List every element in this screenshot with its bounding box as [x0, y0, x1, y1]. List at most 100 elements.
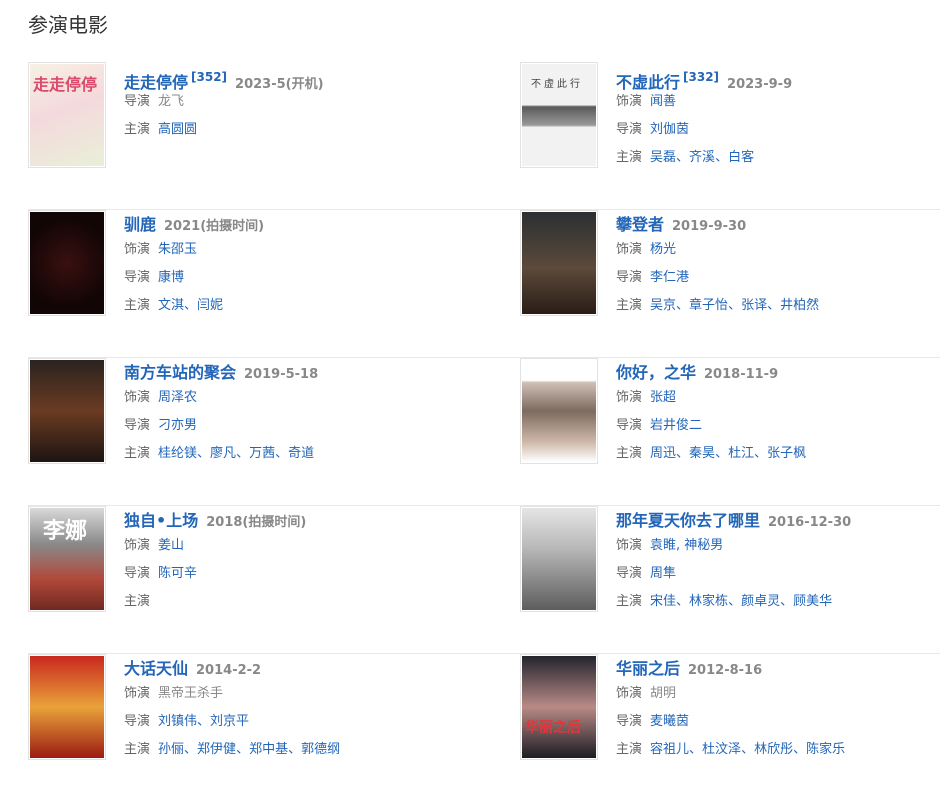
credit-name-link[interactable]: 林欣彤: [754, 742, 793, 757]
movie-poster[interactable]: 走走停停: [28, 62, 106, 168]
credit-name-link[interactable]: 章子怡: [689, 298, 728, 313]
credit-name-link[interactable]: 康博: [158, 270, 184, 285]
credit-name-link[interactable]: 姜山: [158, 538, 184, 553]
release-date: 2019-5-18: [244, 367, 319, 382]
section-title: 参演电影: [28, 13, 108, 37]
movie-title-line: 大话天仙 2014-2-2: [124, 658, 454, 680]
credit-name-link[interactable]: 陈可辛: [158, 566, 197, 581]
credit-label: 导演: [124, 270, 151, 285]
credit-name-link[interactable]: 井柏然: [780, 298, 819, 313]
poster-title-text: 李娜: [43, 518, 88, 544]
separator: 、: [767, 298, 781, 313]
credit-name-link[interactable]: 顾美华: [793, 594, 832, 609]
credit-name-link[interactable]: 朱邵玉: [158, 242, 197, 257]
credit-name-link[interactable]: 秦昊: [689, 446, 715, 461]
movie-title-link[interactable]: 驯鹿: [124, 215, 156, 234]
credit-name-link[interactable]: 白客: [728, 150, 754, 165]
credit-line: 导演 麦曦茵: [616, 708, 940, 736]
credit-name-link[interactable]: 文淇: [158, 298, 184, 313]
credit-line: 导演 康博: [124, 264, 454, 292]
movie-poster[interactable]: 华丽之后: [520, 654, 598, 760]
movie-poster[interactable]: 李娜: [28, 506, 106, 612]
credit-label: 饰演: [124, 686, 151, 701]
credit-name-link[interactable]: 宋佳: [650, 594, 676, 609]
movie-row: 驯鹿 2021(拍摄时间) 饰演 朱邵玉 导演 康博 主演 文淇、闫妮 攀登者 2019-9-30…: [28, 210, 940, 358]
credit-line: 主演 桂纶镁、廖凡、万茜、奇道: [124, 440, 454, 468]
credit-label: 导演: [616, 270, 643, 285]
credit-name-link[interactable]: 孙俪: [158, 742, 184, 757]
movie-poster[interactable]: [520, 506, 598, 612]
movie-poster[interactable]: [520, 358, 598, 464]
movie-title-link[interactable]: 那年夏天你去了哪里: [616, 511, 760, 530]
credit-name-link[interactable]: 郑伊健: [197, 742, 236, 757]
credit-name-link[interactable]: 杜汶泽: [702, 742, 741, 757]
credit-label: 导演: [616, 122, 643, 137]
review-count-badge[interactable]: [352]: [191, 70, 227, 84]
movie-title-link[interactable]: 大话天仙: [124, 659, 188, 678]
credit-line: 饰演 周泽农: [124, 384, 454, 412]
credit-name-link[interactable]: 桂纶镁: [158, 446, 197, 461]
movie-title-line: 南方车站的聚会 2019-5-18: [124, 362, 454, 384]
poster-image: [522, 508, 596, 610]
movie-poster[interactable]: [28, 654, 106, 760]
movie-poster[interactable]: [520, 210, 598, 316]
credit-line: 主演 文淇、闫妮: [124, 292, 454, 320]
credit-name-link[interactable]: 袁睢, 神秘男: [650, 538, 723, 553]
poster-image: [522, 656, 596, 758]
release-date: 2014-2-2: [196, 663, 262, 678]
credit-name-link[interactable]: 郭德纲: [301, 742, 340, 757]
credit-name-link[interactable]: 奇道: [288, 446, 314, 461]
credit-name-link[interactable]: 廖凡: [210, 446, 236, 461]
movie-poster[interactable]: [28, 210, 106, 316]
credit-name-link[interactable]: 闻善: [650, 94, 676, 109]
separator: 、: [728, 594, 742, 609]
movie-title-line: 独自•上场 2018(拍摄时间): [124, 510, 454, 532]
credit-name-link[interactable]: 容祖儿: [650, 742, 689, 757]
credit-label: 主演: [124, 594, 151, 609]
credit-name-link[interactable]: 麦曦茵: [650, 714, 689, 729]
credit-label: 饰演: [616, 538, 643, 553]
credit-name-link[interactable]: 周隼: [650, 566, 676, 581]
movie-title-line: 那年夏天你去了哪里 2016-12-30: [616, 510, 940, 532]
movie-info: 南方车站的聚会 2019-5-18 饰演 周泽农 导演 刁亦男 主演 桂纶镁、廖凡、万茜、奇道: [124, 362, 454, 468]
credit-name-link[interactable]: 万茜: [249, 446, 275, 461]
credit-name-link[interactable]: 刘京平: [210, 714, 249, 729]
credit-name-link[interactable]: 吴磊: [650, 150, 676, 165]
credit-name-link[interactable]: 高圆圆: [158, 122, 197, 137]
credit-name-link[interactable]: 闫妮: [197, 298, 223, 313]
credit-name-link[interactable]: 林家栋: [689, 594, 728, 609]
credit-name-link[interactable]: 李仁港: [650, 270, 689, 285]
credit-name-link[interactable]: 刘伽茵: [650, 122, 689, 137]
credit-name-link[interactable]: 周迅: [650, 446, 676, 461]
movie-poster[interactable]: [28, 358, 106, 464]
movie-title-link[interactable]: 南方车站的聚会: [124, 363, 236, 382]
credit-name-link[interactable]: 杨光: [650, 242, 676, 257]
movie-card: 华丽之后 华丽之后 2012-8-16 饰演 胡明 导演 麦曦茵 主演 容祖儿、杜汶泽、林欣彤、…: [520, 654, 940, 764]
credit-name-link[interactable]: 周泽农: [158, 390, 197, 405]
credit-line: 饰演 杨光: [616, 236, 940, 264]
movie-title-link[interactable]: 华丽之后: [616, 659, 680, 678]
separator: 、: [676, 446, 690, 461]
credit-name-link[interactable]: 刘镇伟: [158, 714, 197, 729]
credit-label: 饰演: [616, 242, 643, 257]
credit-name-link[interactable]: 颜卓灵: [741, 594, 780, 609]
movie-title-link[interactable]: 攀登者: [616, 215, 664, 234]
credit-name-link[interactable]: 张超: [650, 390, 676, 405]
credit-name-link[interactable]: 张译: [741, 298, 767, 313]
credit-name-link[interactable]: 刁亦男: [158, 418, 197, 433]
credit-name-link[interactable]: 张子枫: [767, 446, 806, 461]
credit-name-link[interactable]: 齐溪: [689, 150, 715, 165]
movie-title-link[interactable]: 独自•上场: [124, 511, 198, 530]
credit-line: 饰演 张超: [616, 384, 940, 412]
movie-info: 华丽之后 2012-8-16 饰演 胡明 导演 麦曦茵 主演 容祖儿、杜汶泽、林欣彤、陈家乐: [616, 658, 940, 764]
movie-title-link[interactable]: 你好，之华: [616, 363, 696, 382]
credit-name-link[interactable]: 郑中基: [249, 742, 288, 757]
credit-name-link[interactable]: 吴京: [650, 298, 676, 313]
credit-name-link[interactable]: 陈家乐: [806, 742, 845, 757]
credit-name-link[interactable]: 杜江: [728, 446, 754, 461]
review-count-badge[interactable]: [332]: [683, 70, 719, 84]
movie-poster[interactable]: 不虚此行: [520, 62, 598, 168]
credit-line: 导演 周隼: [616, 560, 940, 588]
release-date: 2023-9-9: [727, 77, 793, 92]
credit-name-link[interactable]: 岩井俊二: [650, 418, 702, 433]
